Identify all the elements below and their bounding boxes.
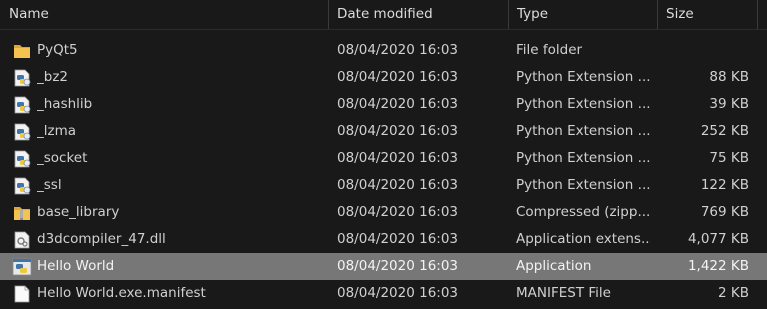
file-row[interactable]: Hello World.exe.manifest 08/04/2020 16:03… [0, 280, 767, 307]
file-date-modified: 08/04/2020 16:03 [337, 42, 459, 58]
file-date-modified: 08/04/2020 16:03 [337, 177, 459, 193]
column-header-size[interactable]: Size [657, 0, 757, 29]
file-name: Hello World [37, 258, 115, 274]
column-header-name[interactable]: Name [0, 0, 328, 29]
file-row[interactable]: PyQt5 08/04/2020 16:03 File folder [0, 37, 767, 64]
file-name: d3dcompiler_47.dll [37, 231, 166, 247]
file-name: base_library [37, 204, 120, 220]
file-date-modified: 08/04/2020 16:03 [337, 123, 459, 139]
python-app-icon [12, 258, 32, 276]
file-row[interactable]: _ssl 08/04/2020 16:03 Python Extension ...… [0, 172, 767, 199]
file-size: 88 KB [709, 69, 749, 85]
python-extension-icon [12, 177, 32, 195]
file-size: 75 KB [709, 150, 749, 166]
file-size: 769 KB [700, 204, 749, 220]
column-divider[interactable] [757, 0, 758, 29]
file-size: 1,422 KB [687, 258, 749, 274]
file-list: PyQt5 08/04/2020 16:03 File folder _bz2 08/0… [0, 37, 767, 307]
file-name: _ssl [37, 177, 62, 193]
column-header-date-label: Date modified [337, 6, 433, 22]
file-row[interactable]: _socket 08/04/2020 16:03 Python Extension … [0, 145, 767, 172]
file-type: File folder [516, 42, 583, 58]
file-date-modified: 08/04/2020 16:03 [337, 69, 459, 85]
file-name: _hashlib [37, 96, 93, 112]
python-extension-icon [12, 69, 32, 87]
file-row[interactable]: _hashlib 08/04/2020 16:03 Python Extension… [0, 91, 767, 118]
file-type: Python Extension ... [516, 123, 651, 139]
file-size: 252 KB [700, 123, 749, 139]
file-row[interactable]: _lzma 08/04/2020 16:03 Python Extension ..… [0, 118, 767, 145]
sort-ascending-icon: ^ [160, 0, 172, 2]
file-type: Python Extension ... [516, 69, 651, 85]
folder-icon [12, 42, 32, 60]
file-row[interactable]: d3dcompiler_47.dll 08/04/2020 16:03 Applic… [0, 226, 767, 253]
file-size: 39 KB [709, 96, 749, 112]
file-name: _bz2 [37, 69, 68, 85]
file-type: MANIFEST File [516, 285, 611, 301]
column-header-name-label: Name [9, 6, 49, 22]
file-name: PyQt5 [37, 42, 78, 58]
file-size [660, 37, 749, 64]
file-name: _lzma [37, 123, 77, 139]
file-row[interactable]: base_library 08/04/2020 16:03 Compressed (… [0, 199, 767, 226]
python-extension-icon [12, 150, 32, 168]
python-extension-icon [12, 96, 32, 114]
file-row[interactable]: _bz2 08/04/2020 16:03 Python Extension ...… [0, 64, 767, 91]
python-extension-icon [12, 123, 32, 141]
file-date-modified: 08/04/2020 16:03 [337, 150, 459, 166]
file-type: Compressed (zipp... [516, 204, 651, 220]
file-type: Application [516, 258, 592, 274]
file-explorer-details-view: Name ^ Date modified Type Size PyQt5 08/0… [0, 0, 767, 309]
column-header-size-label: Size [666, 6, 694, 22]
file-type: Python Extension ... [516, 177, 651, 193]
blank-file-icon [12, 285, 32, 303]
dll-file-icon [12, 231, 32, 249]
zip-folder-icon [12, 204, 32, 222]
file-size: 4,077 KB [687, 231, 749, 247]
file-date-modified: 08/04/2020 16:03 [337, 258, 459, 274]
file-row[interactable]: Hello World 08/04/2020 16:03 Application 1,… [0, 253, 767, 280]
file-date-modified: 08/04/2020 16:03 [337, 231, 459, 247]
column-header-type[interactable]: Type [508, 0, 657, 29]
file-name: _socket [37, 150, 88, 166]
file-type: Python Extension ... [516, 150, 651, 166]
file-date-modified: 08/04/2020 16:03 [337, 204, 459, 220]
column-header-date-modified[interactable]: Date modified [328, 0, 508, 29]
file-size: 122 KB [700, 177, 749, 193]
column-header-bar: Name ^ Date modified Type Size [0, 0, 767, 30]
file-type: Application extens... [516, 231, 651, 247]
column-header-type-label: Type [517, 6, 549, 22]
file-name: Hello World.exe.manifest [37, 285, 206, 301]
file-size: 2 KB [718, 285, 749, 301]
file-date-modified: 08/04/2020 16:03 [337, 285, 459, 301]
file-type: Python Extension ... [516, 96, 651, 112]
file-date-modified: 08/04/2020 16:03 [337, 96, 459, 112]
